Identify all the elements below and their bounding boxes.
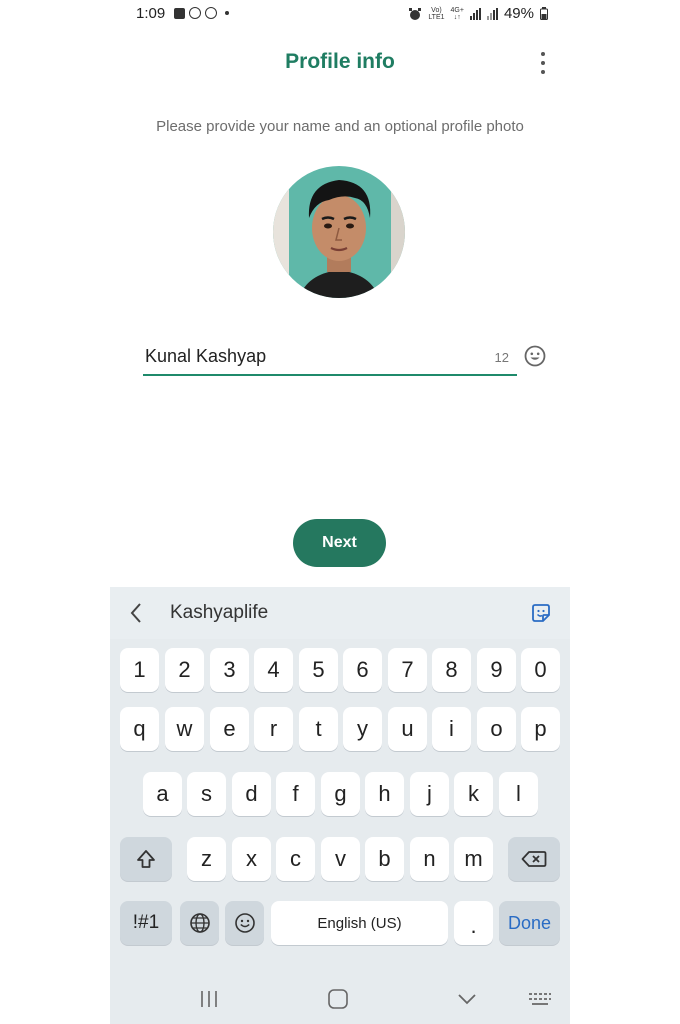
shift-key[interactable] [120, 837, 172, 881]
menu-icon[interactable] [538, 52, 548, 74]
key-8[interactable]: 8 [432, 648, 471, 692]
remaining-char-count: 12 [494, 350, 509, 365]
name-input[interactable]: Kunal Kashyap 12 [143, 342, 517, 376]
key-a[interactable]: a [143, 772, 182, 816]
key-x[interactable]: x [232, 837, 271, 881]
key-l[interactable]: l [499, 772, 538, 816]
key-f[interactable]: f [276, 772, 315, 816]
globe-icon [189, 913, 210, 933]
network-type-indicator: 4G+ ↓↑ [450, 6, 464, 21]
key-4[interactable]: 4 [254, 648, 293, 692]
battery-icon [540, 7, 548, 20]
shift-icon [137, 850, 155, 868]
key-d[interactable]: d [232, 772, 271, 816]
suggestion-bar: Kashyaplife [110, 587, 570, 639]
key-e[interactable]: e [210, 707, 249, 751]
key-s[interactable]: s [187, 772, 226, 816]
key-j[interactable]: j [410, 772, 449, 816]
emoji-icon[interactable] [524, 345, 546, 367]
period-key[interactable]: . [454, 901, 493, 945]
signal-icon [469, 7, 481, 20]
key-y[interactable]: y [343, 707, 382, 751]
key-7[interactable]: 7 [388, 648, 427, 692]
key-w[interactable]: w [165, 707, 204, 751]
profile-photo-image [273, 166, 405, 298]
status-bar: 1:09 Vo) LTE1 4G+ ↓↑ 49% [110, 0, 570, 28]
key-2[interactable]: 2 [165, 648, 204, 692]
symbols-key[interactable]: !#1 [120, 901, 172, 945]
phone-screen: 1:09 Vo) LTE1 4G+ ↓↑ 49% Profile info Pl… [110, 0, 570, 1024]
backspace-key[interactable] [508, 837, 560, 881]
status-time: 1:09 [136, 5, 166, 22]
key-k[interactable]: k [454, 772, 493, 816]
key-r[interactable]: r [254, 707, 293, 751]
home-icon[interactable] [326, 987, 350, 1011]
page-title: Profile info [285, 50, 395, 73]
volte-indicator: Vo) LTE1 [428, 6, 445, 21]
profile-photo[interactable] [273, 166, 405, 298]
status-right: Vo) LTE1 4G+ ↓↑ 49% [408, 5, 548, 22]
next-button[interactable]: Next [293, 519, 386, 567]
key-p[interactable]: p [521, 707, 560, 751]
sticker-icon[interactable] [530, 602, 552, 624]
key-o[interactable]: o [477, 707, 516, 751]
key-b[interactable]: b [365, 837, 404, 881]
key-0[interactable]: 0 [521, 648, 560, 692]
recent-apps-icon[interactable] [198, 987, 220, 1011]
back-nav-icon[interactable] [455, 987, 479, 1011]
key-i[interactable]: i [432, 707, 471, 751]
keyboard-switch-icon[interactable] [528, 987, 552, 1011]
key-g[interactable]: g [321, 772, 360, 816]
signal-icon-2 [486, 7, 498, 20]
key-1[interactable]: 1 [120, 648, 159, 692]
sync-notification-icon-2 [205, 7, 217, 19]
key-u[interactable]: u [388, 707, 427, 751]
key-v[interactable]: v [321, 837, 360, 881]
done-key[interactable]: Done [499, 901, 560, 945]
name-input-value: Kunal Kashyap [145, 346, 267, 366]
more-notifications-icon [225, 11, 229, 15]
language-key[interactable] [180, 901, 219, 945]
navigation-bar [110, 975, 570, 1024]
key-3[interactable]: 3 [210, 648, 249, 692]
alarm-icon [409, 7, 422, 20]
key-h[interactable]: h [365, 772, 404, 816]
back-icon[interactable] [128, 601, 144, 625]
emoji-key[interactable] [225, 901, 264, 945]
key-c[interactable]: c [276, 837, 315, 881]
page-subtitle: Please provide your name and an optional… [156, 118, 524, 135]
keyboard: Kashyaplife 1 2 3 4 5 6 7 8 9 0 q w e r … [110, 587, 570, 1024]
notification-icons [174, 7, 229, 19]
sync-notification-icon [189, 7, 201, 19]
key-t[interactable]: t [299, 707, 338, 751]
space-key[interactable]: English (US) [271, 901, 448, 945]
key-6[interactable]: 6 [343, 648, 382, 692]
key-n[interactable]: n [410, 837, 449, 881]
gallery-notification-icon [174, 7, 185, 19]
suggestion-word[interactable]: Kashyaplife [170, 602, 268, 624]
key-z[interactable]: z [187, 837, 226, 881]
key-9[interactable]: 9 [477, 648, 516, 692]
key-q[interactable]: q [120, 707, 159, 751]
battery-level: 49% [503, 5, 534, 22]
key-5[interactable]: 5 [299, 648, 338, 692]
keyboard-emoji-icon [234, 913, 255, 933]
backspace-icon [521, 851, 547, 867]
key-m[interactable]: m [454, 837, 493, 881]
